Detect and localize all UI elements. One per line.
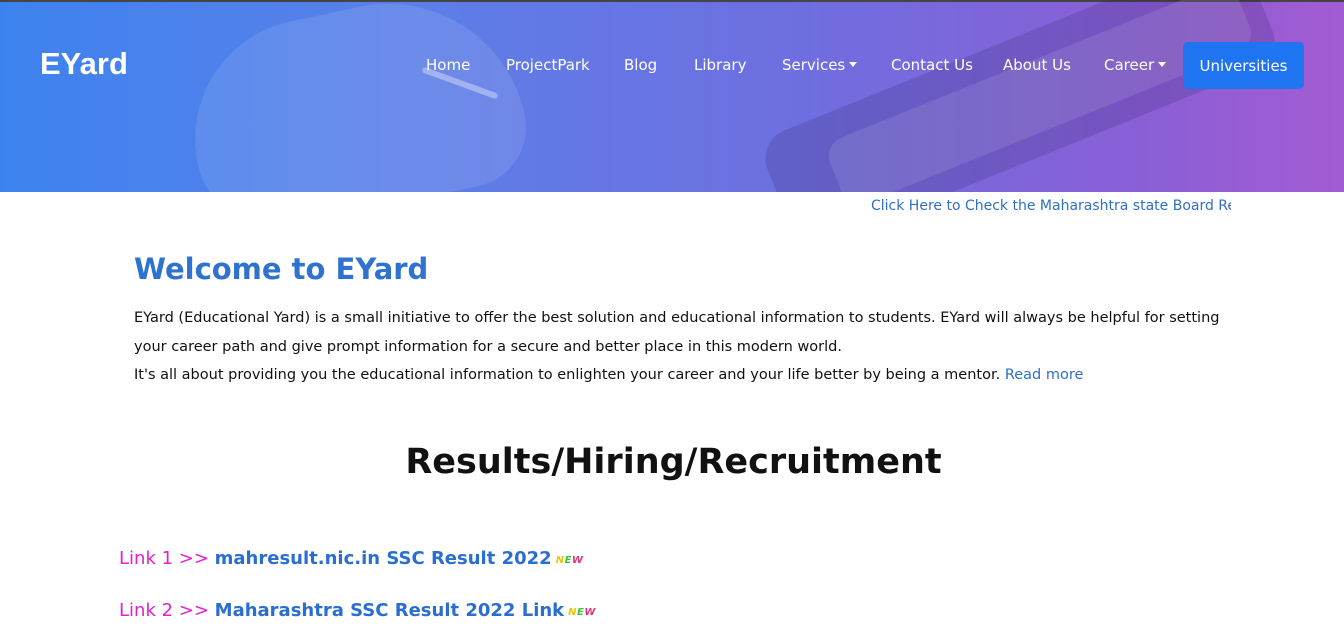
nav-item-label: Library	[694, 56, 747, 74]
nav-item-label: Services	[782, 56, 846, 74]
nav-item-library[interactable]: Library	[694, 56, 746, 74]
nav-item-services-dropdown[interactable]: Services	[782, 56, 858, 74]
nav-item-contact-us[interactable]: Contact Us	[891, 56, 973, 74]
link-prefix: Link 1 >>	[119, 548, 215, 569]
welcome-heading: Welcome to EYard	[134, 252, 429, 286]
caret-down-icon	[1158, 62, 1167, 67]
nav-item-career-dropdown[interactable]: Career	[1104, 56, 1167, 74]
universities-button[interactable]: Universities	[1183, 42, 1304, 89]
new-badge: NEW	[568, 607, 596, 618]
hero-hand-silhouette	[172, 0, 538, 192]
nav-item-label: ProjectPark	[506, 56, 590, 74]
nav-item-label: About Us	[1003, 56, 1071, 74]
link-label: Maharashtra SSC Result 2022 Link	[214, 600, 565, 621]
nav-item-label: Career	[1104, 56, 1155, 74]
nav-item-blog[interactable]: Blog	[624, 56, 657, 74]
intro-text: EYard (Educational Yard) is a small init…	[134, 304, 1224, 390]
section-heading: Results/Hiring/Recruitment	[405, 442, 942, 482]
brand-logo[interactable]: EYard	[40, 46, 128, 82]
link-prefix: Link 2 >>	[119, 600, 215, 621]
nav-item-label: Blog	[624, 56, 658, 74]
result-link-2[interactable]: Link 2 >> Maharashtra SSC Result 2022 Li…	[119, 600, 596, 621]
read-more-link[interactable]: Read more	[1005, 367, 1084, 383]
nav-item-projectpark[interactable]: ProjectPark	[506, 56, 590, 74]
link-label: mahresult.nic.in SSC Result 2022	[214, 548, 552, 569]
nav-item-label: Home	[426, 56, 471, 74]
caret-down-icon	[849, 62, 858, 67]
nav-item-about-us[interactable]: About Us	[1003, 56, 1071, 74]
intro-paragraph-2: It's all about providing you the educati…	[134, 361, 1224, 390]
scrolling-announcement-link[interactable]: Click Here to Check the Maharashtra stat…	[871, 198, 1231, 214]
nav-item-home[interactable]: Home	[426, 56, 470, 74]
hero-banner: EYard Home ProjectPark Blog Library Serv…	[0, 0, 1344, 192]
intro-paragraph: EYard (Educational Yard) is a small init…	[134, 310, 1220, 355]
nav-item-label: Contact Us	[891, 56, 973, 74]
intro-paragraph-2-text: It's all about providing you the educati…	[134, 367, 1001, 383]
result-link-1[interactable]: Link 1 >> mahresult.nic.in SSC Result 20…	[119, 548, 583, 569]
new-badge: NEW	[555, 555, 584, 566]
